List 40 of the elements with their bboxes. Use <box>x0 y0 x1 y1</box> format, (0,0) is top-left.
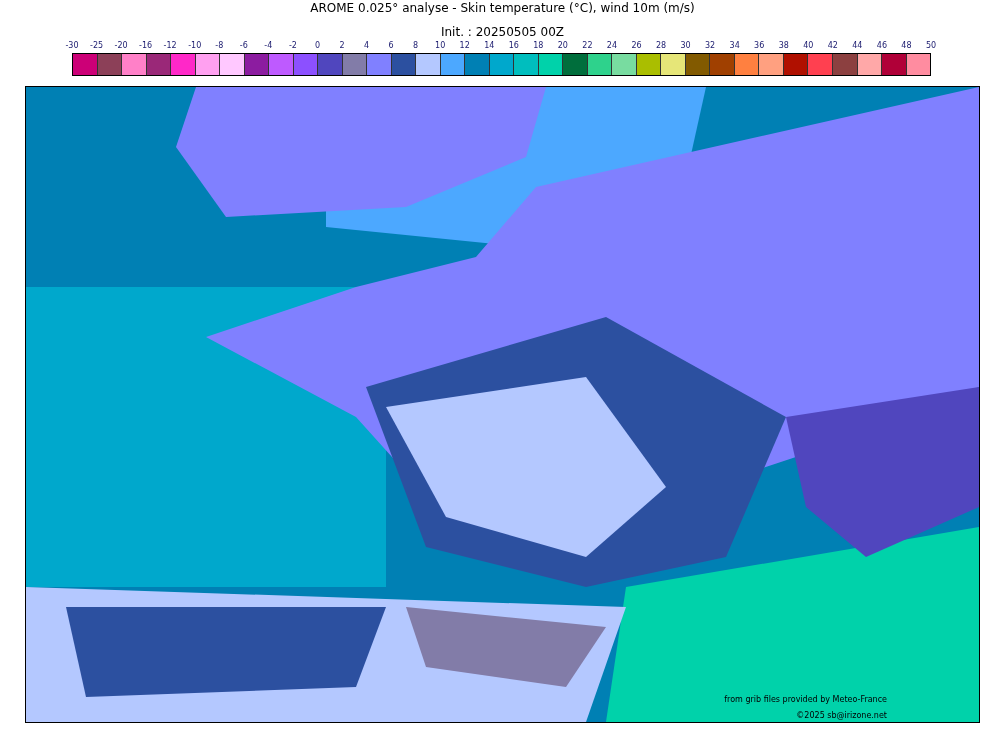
colorbar-tick-label: 38 <box>778 41 789 50</box>
credit-text: from grib files provided by Meteo-France <box>724 695 887 704</box>
colorbar-tick-label: 4 <box>363 41 370 50</box>
colorbar-tick-label: -20 <box>114 41 128 50</box>
colorbar-tick-label: -10 <box>188 41 202 50</box>
colorbar-tick-label: 28 <box>655 41 667 50</box>
colorbar-tick-label: 6 <box>388 41 394 50</box>
colorbar-tick-label: 30 <box>680 41 691 50</box>
colorbar-tick-label: -12 <box>163 41 177 50</box>
colorbar-tick-label: -25 <box>90 41 104 50</box>
colorbar-tick-label: 32 <box>705 41 716 50</box>
colorbar-tick-label: -8 <box>215 41 224 50</box>
colorbar-tick-label: 26 <box>631 41 642 50</box>
colorbar-tick-label: 16 <box>508 41 519 50</box>
colorbar-tick-label: 48 <box>901 41 912 50</box>
chart-title: AROME 0.025° analyse - Skin temperature (°C), wind 10m (m/s) <box>309 1 696 17</box>
colorbar-tick-label: 2 <box>339 41 345 50</box>
colorbar-tick-label: 40 <box>803 41 814 50</box>
colorbar-tick-label: 44 <box>852 41 863 50</box>
colorbar-tick-label: 8 <box>413 41 419 50</box>
chart-subtitle: Init. : 20250505 00Z <box>439 25 566 39</box>
copyright-text: ©2025 sb@irizone.net <box>796 711 887 720</box>
colorbar-tick-label: 36 <box>754 41 765 50</box>
colorbar-tick-label: 50 <box>925 41 937 50</box>
colorbar-tick-label: -30 <box>65 41 79 50</box>
colorbar-tick-label: 0 <box>314 41 320 50</box>
colorbar-tick-label: 46 <box>876 41 887 50</box>
colorbar-tick-label: -2 <box>288 41 297 50</box>
colorbar-tick-label: -4 <box>264 41 273 50</box>
colorbar-tick-label: -16 <box>139 41 153 50</box>
colorbar-tick-label: 10 <box>435 41 446 50</box>
colorbar-tick-label: 34 <box>729 41 740 50</box>
colorbar-tick-label: 12 <box>459 41 470 50</box>
colorbar-tick-label: 24 <box>606 41 618 50</box>
colorbar-tick-label: 14 <box>484 41 495 50</box>
colorbar-tick-label: 42 <box>827 41 838 50</box>
colorbar-tick-label: 22 <box>582 41 593 50</box>
colorbar-tick-label: -6 <box>239 41 248 50</box>
colorbar-tick-label: 20 <box>557 41 568 50</box>
colorbar-tick-label: 18 <box>533 41 544 50</box>
